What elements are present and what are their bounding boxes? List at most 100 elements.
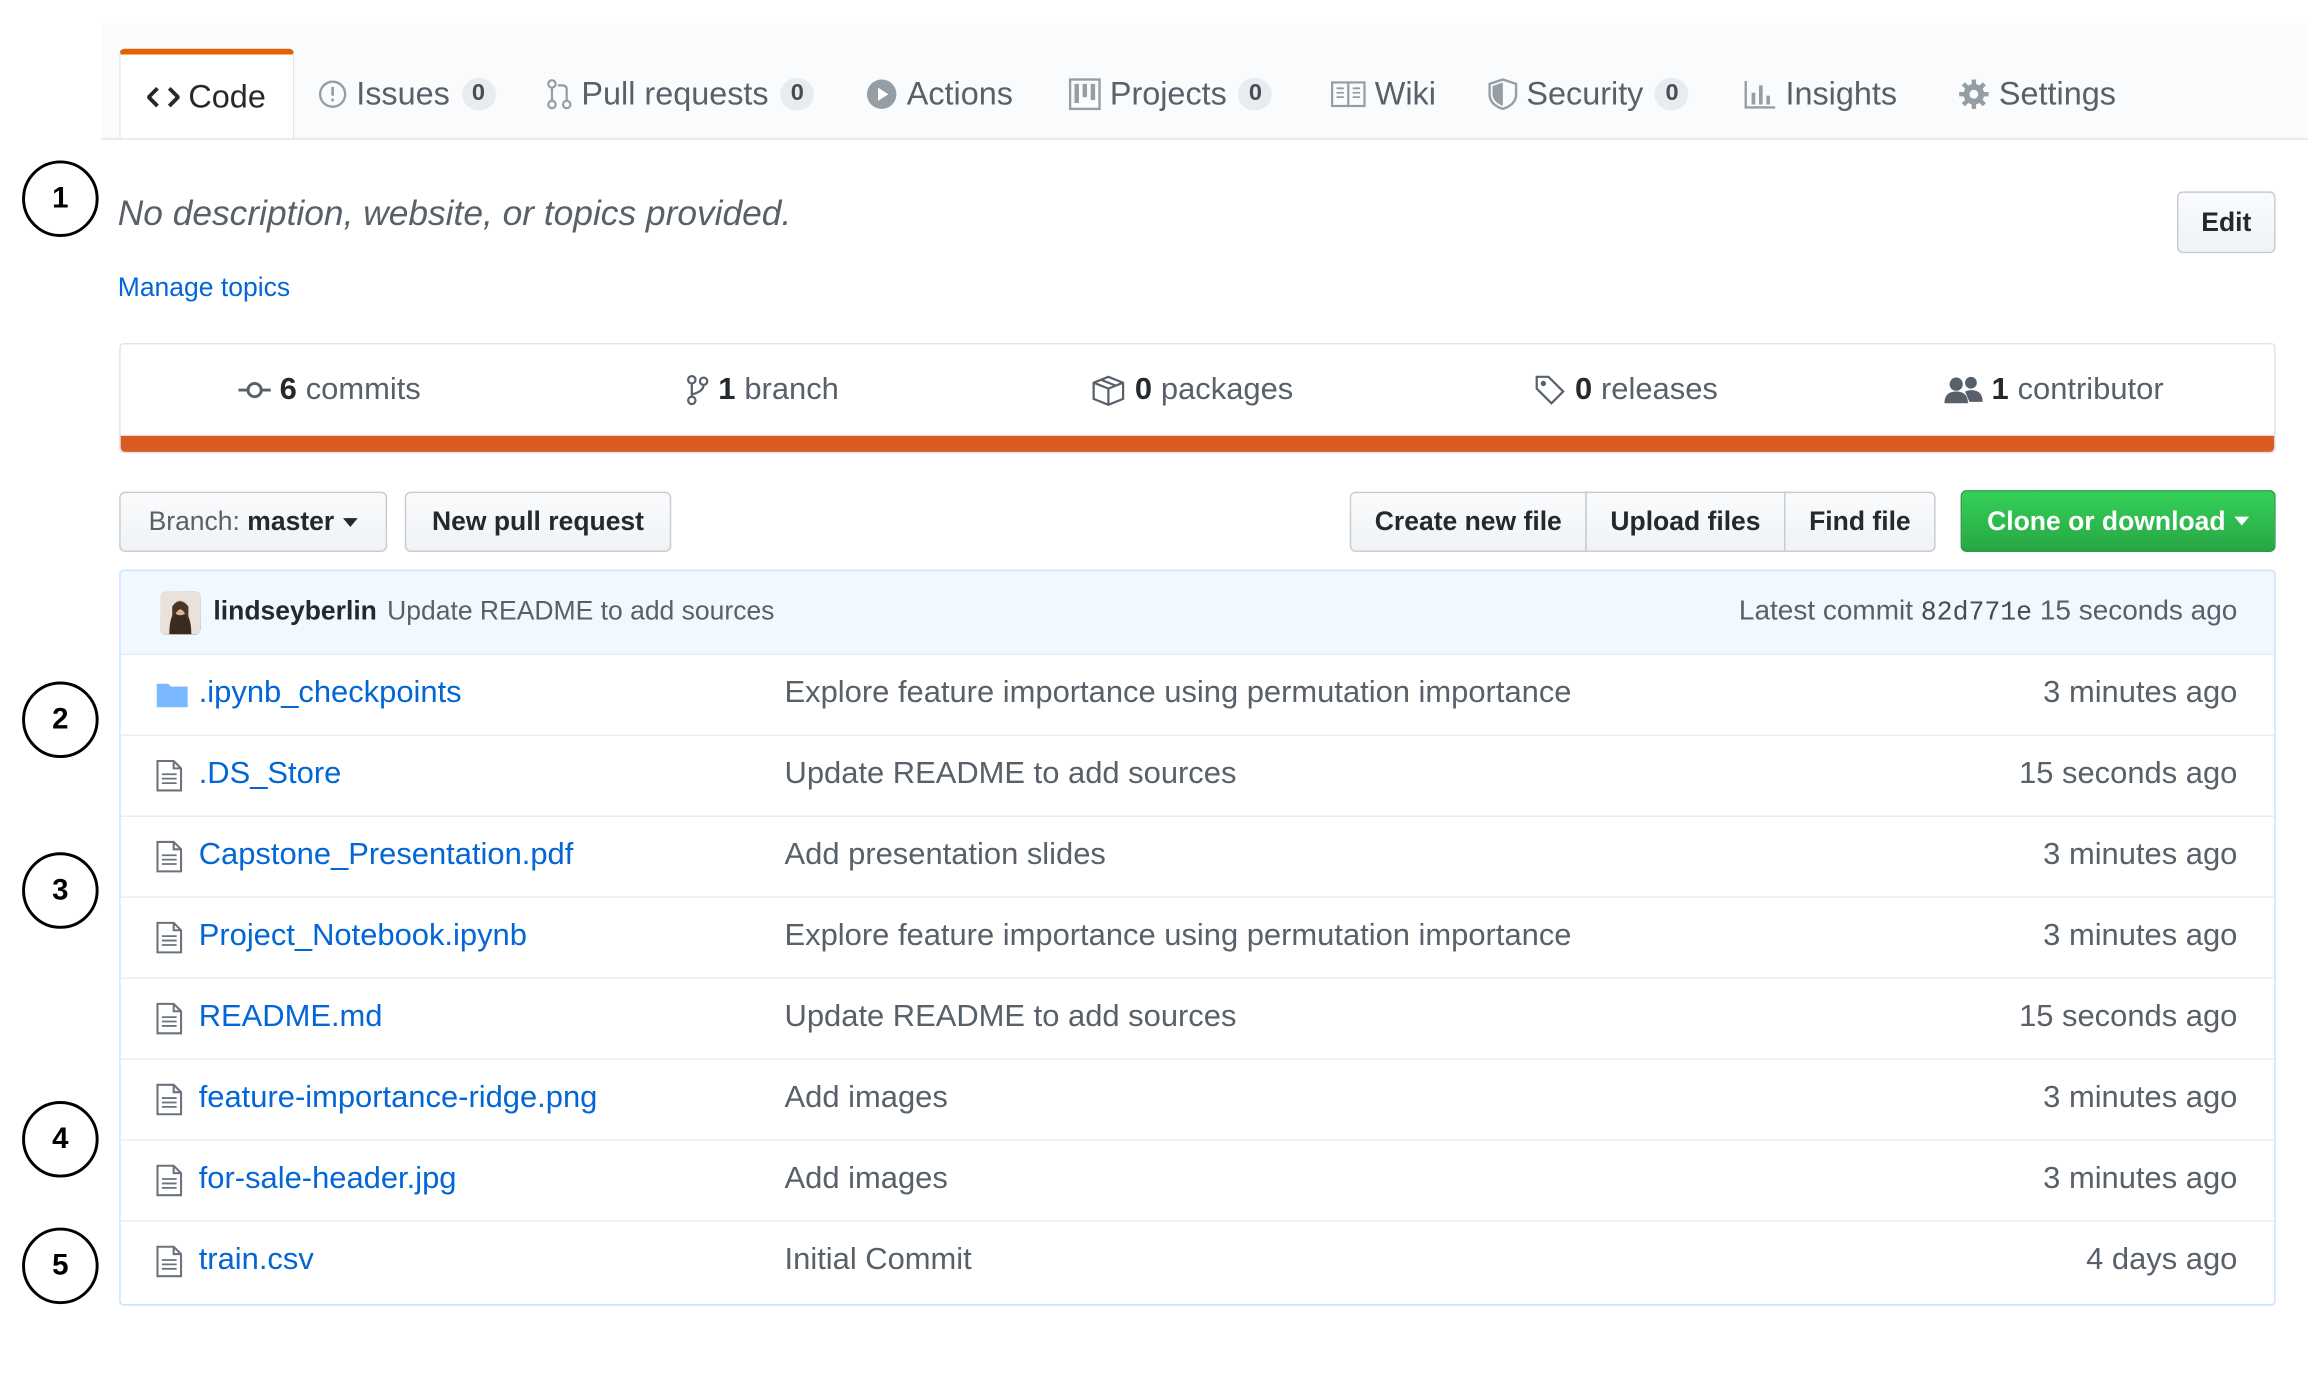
file-name-link[interactable]: .ipynb_checkpoints (199, 676, 462, 711)
tag-icon (1534, 374, 1566, 406)
file-age: 15 seconds ago (2019, 756, 2238, 791)
create-new-file-button[interactable]: Create new file (1349, 491, 1587, 552)
commits-stat[interactable]: 6 commits (238, 372, 421, 407)
security-counter: 0 (1655, 78, 1689, 111)
file-commit-message[interactable]: Explore feature importance using permuta… (785, 918, 1572, 953)
file-commit-message[interactable]: Explore feature importance using permuta… (785, 676, 1572, 711)
contributors-label: contributor (2017, 372, 2164, 407)
project-icon (1068, 78, 1101, 111)
packages-stat[interactable]: 0 packages (1091, 372, 1293, 407)
callout-4: 4 (22, 1101, 99, 1178)
commit-sha[interactable]: 82d771e (1921, 599, 2032, 628)
repo-summary: 6 commits 1 branch 0 packages 0 releases (119, 342, 2276, 454)
file-name-link[interactable]: Project_Notebook.ipynb (199, 918, 527, 953)
file-commit-message[interactable]: Add presentation slides (785, 838, 1106, 873)
tab-insights[interactable]: Insights (1744, 50, 1897, 138)
tab-security[interactable]: Security 0 (1488, 50, 1689, 138)
file-row[interactable]: Project_Notebook.ipynb Explore feature i… (120, 896, 2275, 978)
file-name-link[interactable]: for-sale-header.jpg (199, 1161, 457, 1196)
pull-requests-counter: 0 (780, 78, 815, 111)
tab-label: Projects (1109, 75, 1227, 112)
callout-1: 1 (22, 160, 99, 237)
file-row[interactable]: README.md Update README to add sources 1… (120, 977, 2275, 1059)
tab-settings[interactable]: Settings (1958, 50, 2116, 138)
contributors-stat[interactable]: 1 contributor (1944, 372, 2164, 407)
file-commit-message[interactable]: Update README to add sources (785, 757, 1237, 792)
play-icon (866, 78, 898, 110)
tab-issues[interactable]: Issues 0 (318, 50, 496, 138)
issue-icon (318, 79, 347, 108)
tab-actions[interactable]: Actions (866, 50, 1013, 138)
tab-projects[interactable]: Projects 0 (1068, 50, 1273, 138)
file-table: lindseyberlin Update README to add sourc… (119, 569, 2276, 1306)
branch-select-button[interactable]: Branch: master (119, 491, 388, 552)
manage-topics-link[interactable]: Manage topics (118, 272, 290, 303)
file-commit-message[interactable]: Update README to add sources (785, 999, 1237, 1034)
tab-label: Settings (1998, 75, 2116, 112)
branches-label: branch (744, 372, 839, 407)
file-row[interactable]: feature-importance-ridge.png Add images … (120, 1058, 2275, 1140)
releases-stat[interactable]: 0 releases (1534, 372, 1718, 407)
file-icon (156, 1083, 185, 1116)
file-row[interactable]: for-sale-header.jpg Add images 3 minutes… (120, 1139, 2275, 1221)
commit-author[interactable]: lindseyberlin (213, 596, 376, 627)
caret-down-icon (2234, 516, 2250, 526)
shield-icon (1488, 78, 1518, 111)
file-commit-message[interactable]: Add images (785, 1161, 948, 1196)
file-row[interactable]: .ipynb_checkpoints Explore feature impor… (120, 653, 2275, 735)
people-icon (1944, 375, 1983, 404)
avatar[interactable] (160, 591, 201, 635)
tab-pull-requests[interactable]: Pull requests 0 (546, 50, 815, 138)
file-actions-group: Create new file Upload files Find file (1349, 491, 1936, 552)
tab-label: Code (188, 77, 266, 115)
releases-label: releases (1601, 372, 1718, 407)
commits-label: commits (305, 372, 421, 407)
file-age: 4 days ago (2086, 1242, 2238, 1277)
file-row[interactable]: Capstone_Presentation.pdf Add presentati… (120, 815, 2275, 897)
commit-age: 15 seconds ago (2039, 596, 2238, 628)
callout-5: 5 (22, 1227, 99, 1305)
latest-commit-info: Latest commit 82d771e 15 seconds ago (1739, 596, 2237, 628)
repo-description: No description, website, or topics provi… (117, 194, 792, 235)
tab-label: Pull requests (581, 75, 769, 112)
file-age: 15 seconds ago (2019, 999, 2238, 1034)
upload-files-button[interactable]: Upload files (1585, 491, 1786, 552)
folder-icon (156, 682, 188, 711)
repo-page: Code Issues 0 Pull requests 0 Actions Pr… (0, 0, 2308, 1392)
graph-icon (1744, 79, 1776, 109)
find-file-button[interactable]: Find file (1784, 491, 1936, 552)
file-row[interactable]: train.csv Initial Commit 4 days ago (120, 1220, 2275, 1302)
code-icon (147, 83, 180, 109)
packages-count: 0 (1134, 372, 1153, 407)
file-name-link[interactable]: README.md (199, 999, 383, 1034)
commit-message[interactable]: Update README to add sources (387, 596, 774, 627)
file-commit-message[interactable]: Initial Commit (785, 1242, 972, 1277)
caret-down-icon (343, 517, 358, 527)
clone-label: Clone or download (1987, 505, 2226, 536)
branches-count: 1 (718, 372, 736, 407)
file-commit-message[interactable]: Add images (785, 1080, 948, 1115)
clone-or-download-button[interactable]: Clone or download (1960, 490, 2276, 552)
file-name-link[interactable]: train.csv (199, 1242, 314, 1277)
file-name-link[interactable]: feature-importance-ridge.png (199, 1080, 598, 1115)
projects-counter: 0 (1238, 78, 1273, 111)
edit-description-button[interactable]: Edit (2176, 191, 2276, 254)
issues-counter: 0 (461, 78, 496, 111)
tab-code[interactable]: Code (119, 48, 294, 139)
repo-tab-nav: Code Issues 0 Pull requests 0 Actions Pr… (101, 23, 2308, 140)
pull-request-icon (546, 78, 572, 110)
file-age: 3 minutes ago (2043, 918, 2238, 953)
language-bar[interactable] (120, 435, 2275, 452)
tab-label: Security (1526, 75, 1644, 112)
branch-name: master (247, 506, 335, 536)
file-icon (156, 1002, 185, 1035)
file-row[interactable]: .DS_Store Update README to add sources 1… (120, 734, 2275, 816)
new-pull-request-button[interactable]: New pull request (404, 491, 672, 552)
branches-stat[interactable]: 1 branch (686, 372, 839, 407)
file-name-link[interactable]: .DS_Store (199, 757, 342, 792)
file-icon (156, 921, 185, 954)
tab-wiki[interactable]: Wiki (1331, 50, 1436, 138)
latest-commit-label: Latest commit (1738, 596, 1913, 628)
file-name-link[interactable]: Capstone_Presentation.pdf (199, 838, 574, 873)
commits-count: 6 (279, 372, 297, 407)
